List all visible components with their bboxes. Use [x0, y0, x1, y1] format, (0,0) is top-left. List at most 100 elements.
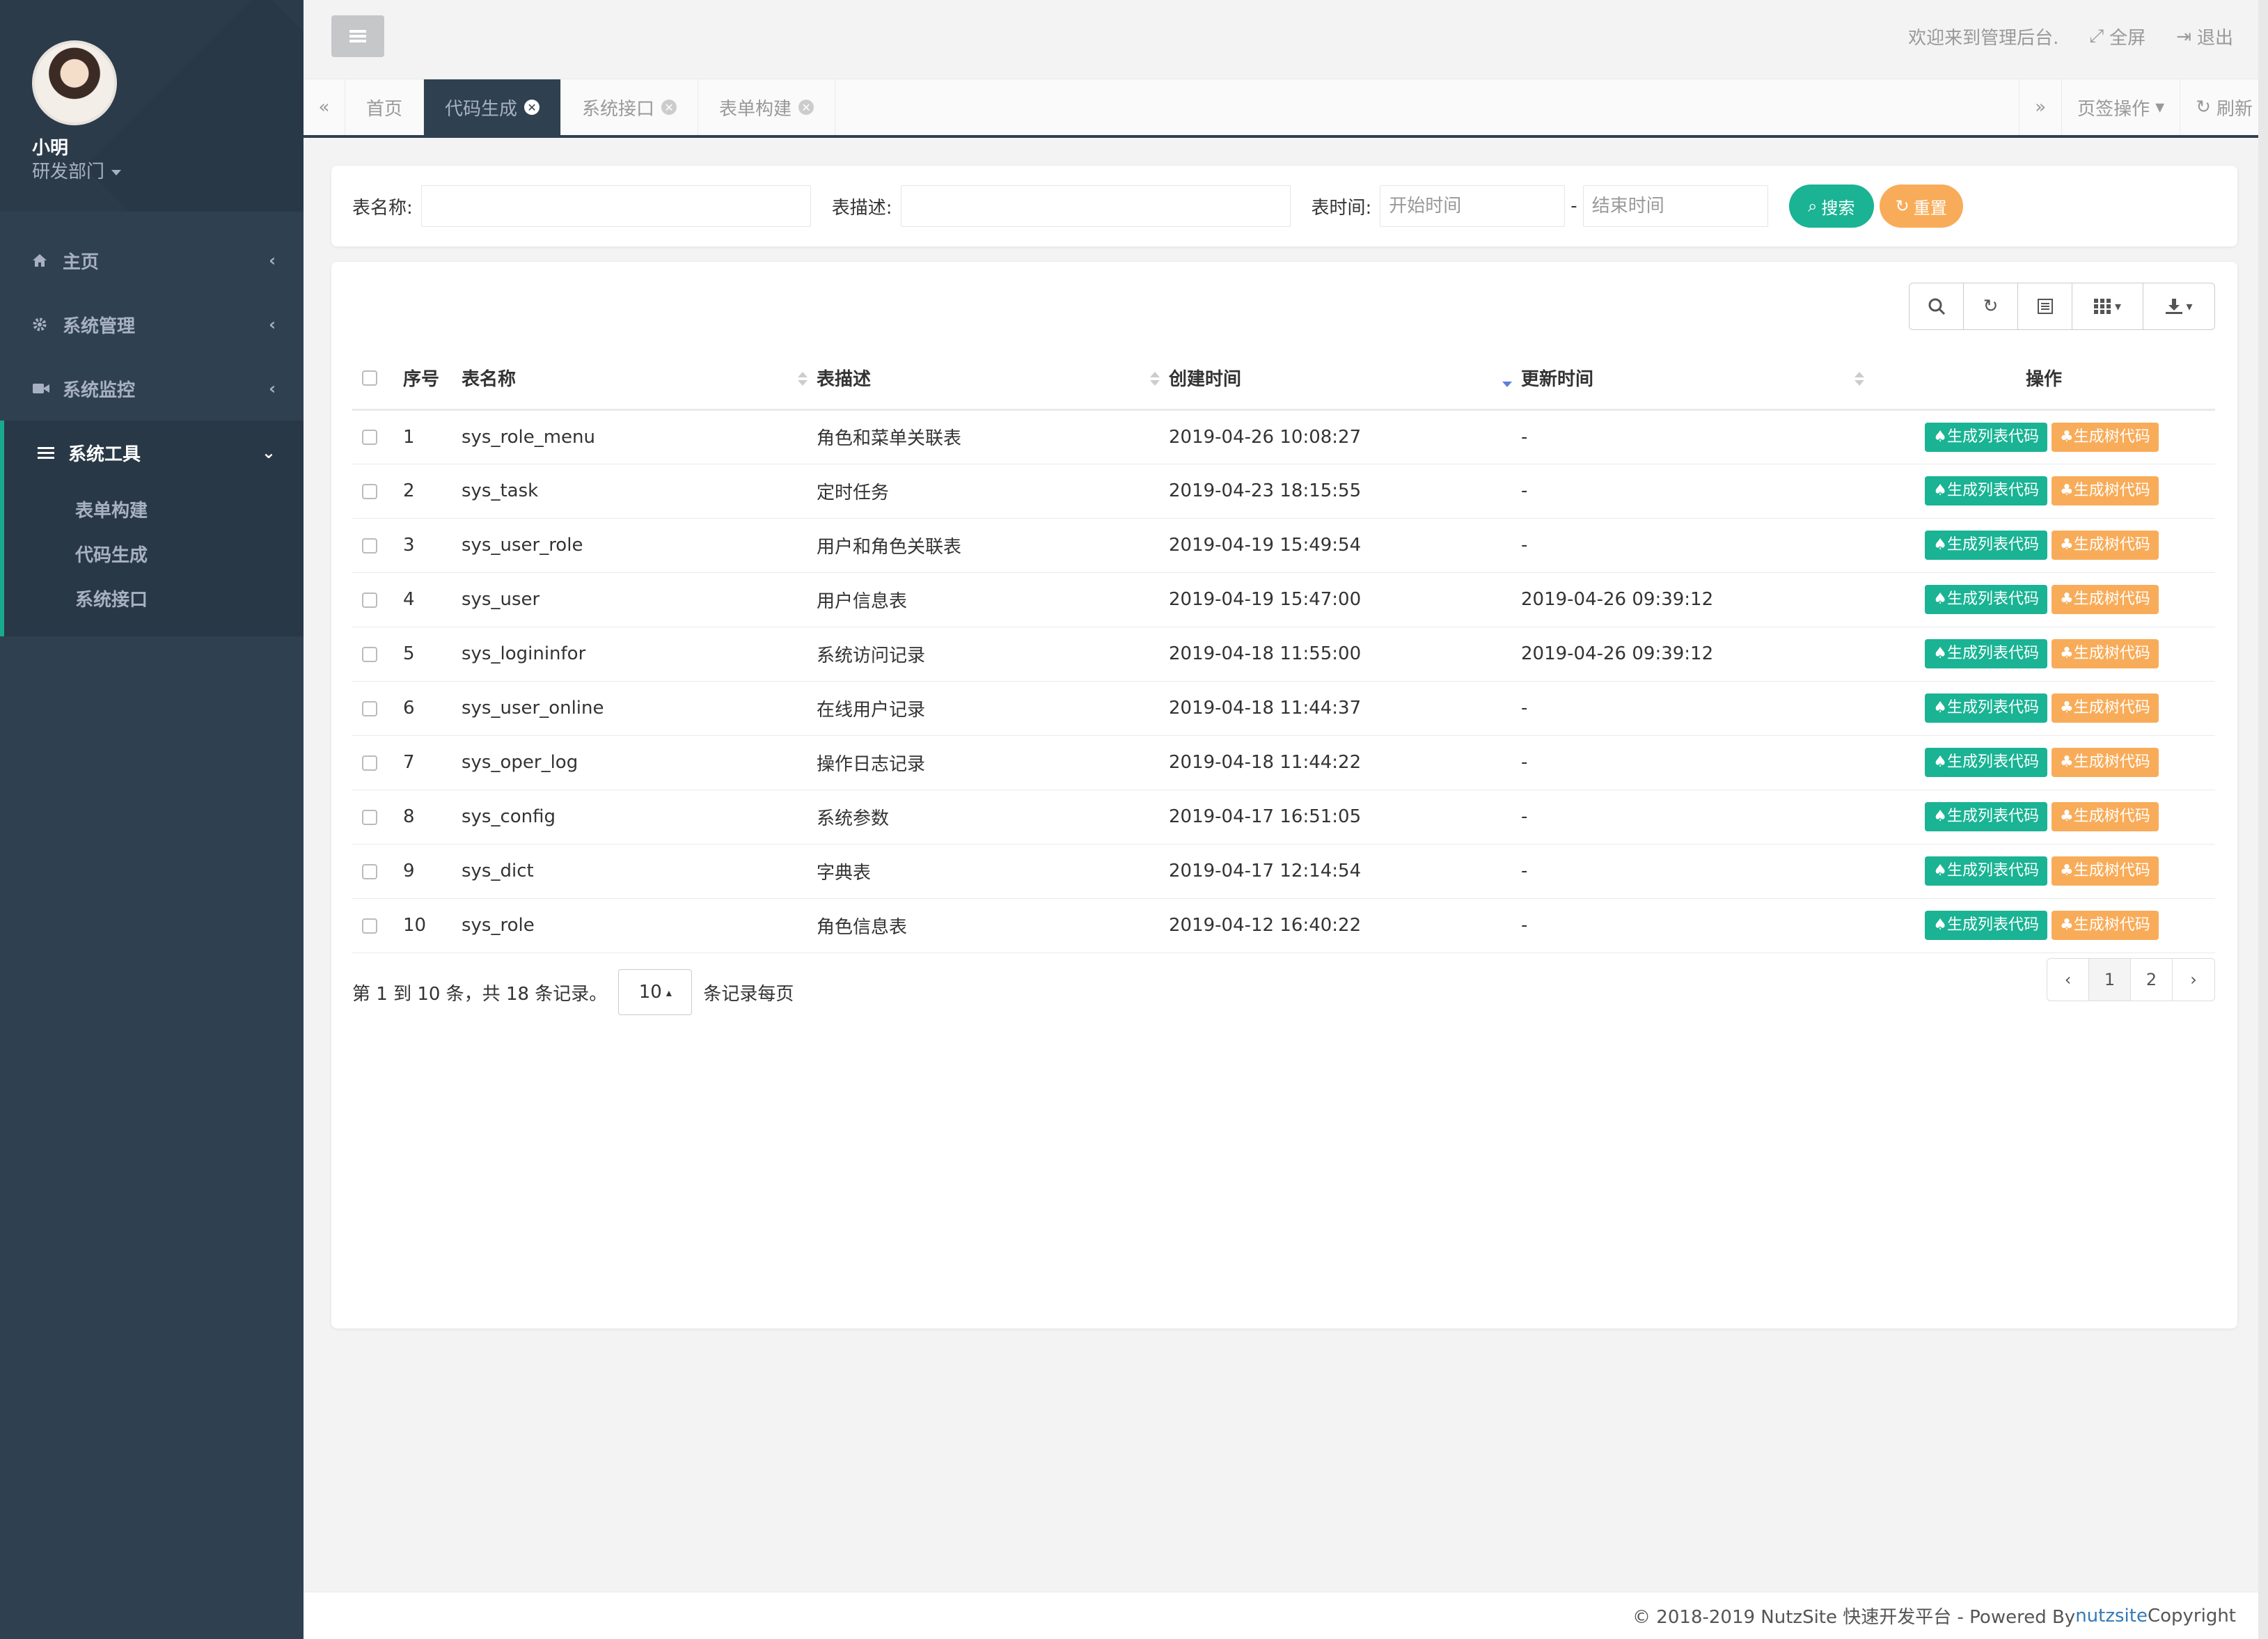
grid-icon	[2093, 299, 2111, 314]
row-checkbox[interactable]	[362, 863, 377, 879]
fullscreen-button[interactable]: ⤢ 全屏	[2089, 24, 2145, 49]
page-size-dropdown[interactable]: 10 ▴	[618, 969, 693, 1015]
reset-button[interactable]: ↻ 重置	[1879, 185, 1963, 228]
gen-list-code-button[interactable]: ♠生成列表代码	[1925, 748, 2047, 777]
column-header-desc[interactable]: 表描述	[816, 347, 1168, 411]
table-row[interactable]: 4 sys_user 用户信息表 2019-04-19 15:47:00 2019-04…	[352, 572, 2215, 627]
sidebar-item-home[interactable]: 主页 ‹	[0, 228, 304, 292]
gen-tree-code-button[interactable]: ♣生成树代码	[2052, 639, 2159, 668]
gen-tree-code-button[interactable]: ♣生成树代码	[2052, 802, 2159, 831]
gen-list-code-button[interactable]: ♠生成列表代码	[1925, 856, 2047, 886]
row-checkbox[interactable]	[362, 918, 377, 934]
column-header-updated[interactable]: 更新时间	[1520, 347, 1873, 411]
close-icon[interactable]: ✕	[798, 100, 814, 115]
gen-tree-code-button[interactable]: ♣生成树代码	[2052, 856, 2159, 886]
sidebar-subitem-code-gen[interactable]: 代码生成	[4, 533, 304, 578]
table-row[interactable]: 5 sys_logininfor 系统访问记录 2019-04-18 11:55:00…	[352, 627, 2215, 682]
sidebar-item-system-tools[interactable]: 系统工具 ⌄	[0, 421, 304, 485]
gen-tree-code-button[interactable]: ♣生成树代码	[2052, 531, 2159, 560]
gen-list-label: 生成列表代码	[1946, 753, 2039, 771]
table-row[interactable]: 8 sys_config 系统参数 2019-04-17 16:51:05- ♠生成列表…	[352, 790, 2215, 845]
table-row[interactable]: 10 sys_role 角色信息表 2019-04-12 16:40:22- ♠生成列表…	[352, 898, 2215, 953]
tab-scroll-left-button[interactable]: «	[304, 79, 345, 135]
column-header-no[interactable]: 序号	[402, 347, 461, 411]
table-row[interactable]: 1 sys_role_menu 角色和菜单关联表 2019-04-26 10:08:2…	[352, 409, 2215, 464]
table-row[interactable]: 3 sys_user_role 用户和角色关联表 2019-04-19 15:49:5…	[352, 518, 2215, 573]
page-1-button[interactable]: 1	[2089, 959, 2131, 1001]
footer-link[interactable]: nutzsite	[2075, 1606, 2148, 1626]
gen-list-code-button[interactable]: ♠生成列表代码	[1925, 476, 2047, 505]
row-checkbox[interactable]	[362, 483, 377, 499]
row-checkbox[interactable]	[362, 646, 377, 662]
start-time-input[interactable]	[1380, 185, 1566, 227]
sidebar-subitem-form-builder[interactable]: 表单构建	[4, 489, 304, 533]
gen-list-code-button[interactable]: ♠生成列表代码	[1925, 531, 2047, 560]
sidebar-item-system-management[interactable]: 系统管理 ‹	[0, 292, 304, 356]
table-name-input[interactable]	[420, 185, 811, 227]
gen-list-code-button[interactable]: ♠生成列表代码	[1925, 422, 2047, 452]
list-view-icon	[2037, 299, 2053, 314]
gen-tree-code-button[interactable]: ♣生成树代码	[2052, 748, 2159, 777]
tab-ops-dropdown[interactable]: 页签操作 ▾	[2061, 79, 2180, 135]
table-row[interactable]: 9 sys_dict 字典表 2019-04-17 12:14:54- ♠生成列表代码 ♣…	[352, 844, 2215, 899]
table-row[interactable]: 7 sys_oper_log 操作日志记录 2019-04-18 11:44:22- ♠…	[352, 735, 2215, 790]
gen-list-code-button[interactable]: ♠生成列表代码	[1925, 585, 2047, 614]
row-checkbox[interactable]	[362, 700, 377, 716]
row-checkbox[interactable]	[362, 592, 377, 608]
gen-list-code-button[interactable]: ♠生成列表代码	[1925, 639, 2047, 668]
toggle-view-button[interactable]	[2018, 283, 2072, 329]
cell-ops: ♠生成列表代码 ♣生成树代码	[1873, 409, 2215, 464]
tab-home[interactable]: 首页	[345, 79, 425, 135]
export-dropdown-button[interactable]: ▾	[2143, 283, 2214, 329]
gen-tree-code-button[interactable]: ♣生成树代码	[2052, 476, 2159, 505]
logout-button[interactable]: ⇥ 退出	[2176, 24, 2233, 49]
scrollbar[interactable]	[2258, 0, 2268, 1639]
cell-table-desc: 角色和菜单关联表	[816, 409, 1168, 464]
gen-tree-code-button[interactable]: ♣生成树代码	[2052, 585, 2159, 614]
select-all-checkbox[interactable]	[362, 370, 377, 386]
tab-scroll-right-button[interactable]: »	[2019, 79, 2061, 135]
tab-api[interactable]: 系统接口 ✕	[561, 79, 699, 135]
close-icon[interactable]: ✕	[661, 100, 677, 115]
gen-tree-label: 生成树代码	[2073, 590, 2150, 608]
table-name-label: 表名称:	[352, 197, 413, 219]
row-checkbox[interactable]	[362, 430, 377, 445]
tab-code-gen[interactable]: 代码生成 ✕	[424, 79, 562, 135]
end-time-input[interactable]	[1582, 185, 1768, 227]
prev-page-button[interactable]: ‹	[2047, 959, 2089, 1001]
gen-list-code-button[interactable]: ♠生成列表代码	[1925, 693, 2047, 723]
user-dept-dropdown[interactable]: 研发部门	[32, 157, 122, 183]
toggle-search-button[interactable]	[1909, 283, 1964, 329]
row-checkbox[interactable]	[362, 809, 377, 825]
refresh-table-button[interactable]: ↻	[1964, 283, 2018, 329]
home-icon	[32, 253, 63, 268]
tab-label: 首页	[366, 98, 403, 120]
tab-form-builder[interactable]: 表单构建 ✕	[698, 79, 836, 135]
sidebar-subitem-api[interactable]: 系统接口	[4, 578, 304, 622]
column-header-created[interactable]: 创建时间	[1168, 347, 1520, 411]
gen-tree-code-button[interactable]: ♣生成树代码	[2052, 422, 2159, 452]
close-icon[interactable]: ✕	[524, 100, 540, 115]
tab-refresh-button[interactable]: ↻ 刷新	[2180, 79, 2268, 135]
row-checkbox[interactable]	[362, 755, 377, 771]
row-checkbox[interactable]	[362, 538, 377, 554]
gen-tree-code-button[interactable]: ♣生成树代码	[2052, 693, 2159, 723]
columns-dropdown-button[interactable]: ▾	[2072, 283, 2143, 329]
search-button[interactable]: ⌕ 搜索	[1788, 185, 1874, 228]
gen-tree-code-button[interactable]: ♣生成树代码	[2052, 911, 2159, 940]
menu-toggle-button[interactable]	[331, 15, 384, 57]
pagination-info: 第 1 到 10 条，共 18 条记录。 10 ▴ 条记录每页	[352, 969, 794, 1015]
cell-created: 2019-04-26 10:08:27	[1168, 409, 1520, 464]
cell-created: 2019-04-19 15:47:00	[1168, 572, 1520, 627]
page-2-button[interactable]: 2	[2131, 959, 2173, 1001]
table-row[interactable]: 6 sys_user_online 在线用户记录 2019-04-18 11:44:3…	[352, 681, 2215, 736]
table-row[interactable]: 2 sys_task 定时任务 2019-04-23 18:15:55- ♠生成列表代码…	[352, 464, 2215, 519]
sidebar-item-system-monitor[interactable]: 系统监控 ‹	[0, 356, 304, 421]
gen-list-code-button[interactable]: ♠生成列表代码	[1925, 802, 2047, 831]
gen-list-code-button[interactable]: ♠生成列表代码	[1925, 911, 2047, 940]
column-header-name[interactable]: 表名称	[461, 347, 816, 411]
next-page-button[interactable]: ›	[2173, 959, 2214, 1001]
table-desc-input[interactable]	[900, 185, 1291, 227]
avatar[interactable]	[32, 40, 117, 125]
cell-updated: 2019-04-26 09:39:12	[1520, 627, 1873, 682]
